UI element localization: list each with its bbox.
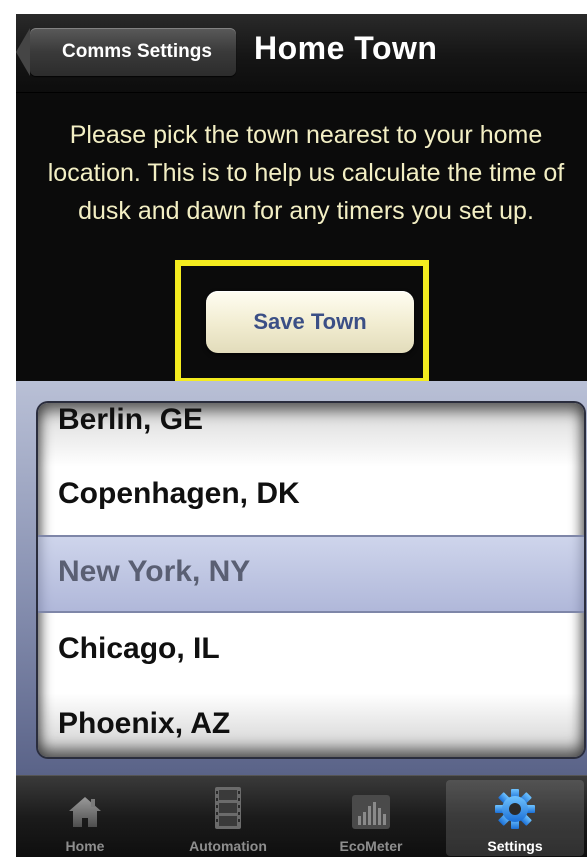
picker-row-chicago[interactable]: Chicago, IL: [58, 632, 220, 666]
screen: Comms Settings Home Town Please pick the…: [0, 0, 587, 857]
page-title: Home Town: [254, 30, 438, 66]
tab-automation[interactable]: Automation: [159, 780, 297, 856]
picker-row-new-york[interactable]: New York, NY: [58, 555, 250, 589]
back-button[interactable]: Comms Settings: [16, 28, 236, 76]
tab-home[interactable]: Home: [16, 780, 154, 856]
app-window: Comms Settings Home Town Please pick the…: [16, 14, 587, 857]
town-picker-area: Berlin, GE Copenhagen, DK New York, NY C…: [16, 381, 587, 775]
instruction-text: Please pick the town nearest to your hom…: [47, 121, 565, 225]
tab-ecometer-label: EcoMeter: [339, 838, 403, 854]
navigation-bar: Comms Settings Home Town: [16, 14, 587, 93]
film-icon: [215, 787, 241, 829]
picker-row-berlin[interactable]: Berlin, GE: [58, 403, 203, 437]
town-picker-wheel[interactable]: Berlin, GE Copenhagen, DK New York, NY C…: [38, 403, 584, 757]
save-town-button-label: Save Town: [253, 309, 367, 334]
picker-row-copenhagen[interactable]: Copenhagen, DK: [58, 477, 300, 511]
tab-bar: Home Automation EcoMeter Settings: [16, 775, 587, 857]
tab-settings-label: Settings: [487, 838, 543, 854]
bar-meter-icon: [352, 795, 390, 829]
gear-icon: [495, 789, 535, 829]
tab-automation-label: Automation: [189, 838, 267, 854]
home-icon: [69, 797, 101, 827]
tab-home-label: Home: [65, 838, 105, 854]
tab-ecometer[interactable]: EcoMeter: [302, 780, 440, 856]
tab-settings[interactable]: Settings: [446, 780, 584, 856]
save-town-button[interactable]: Save Town: [206, 291, 414, 353]
picker-row-phoenix[interactable]: Phoenix, AZ: [58, 707, 230, 741]
back-button-label: Comms Settings: [62, 41, 212, 62]
